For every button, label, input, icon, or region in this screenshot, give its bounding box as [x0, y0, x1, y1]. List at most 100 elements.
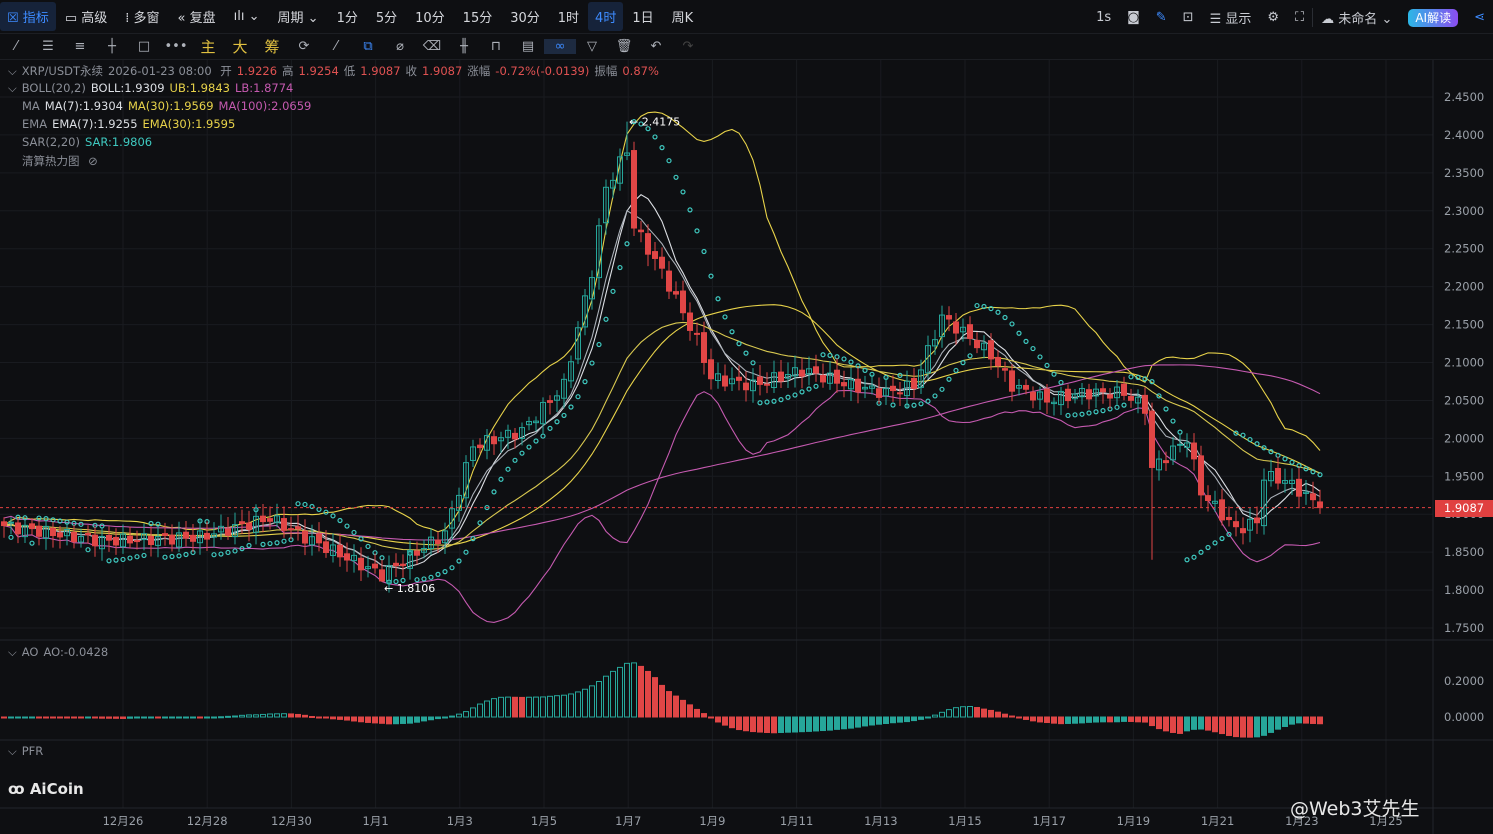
ao-bar — [421, 716, 427, 722]
ao-bar — [953, 707, 959, 718]
ao-bar — [358, 716, 364, 723]
ao-bar — [806, 716, 812, 732]
sar-dot — [799, 389, 805, 395]
candle-body — [988, 340, 994, 360]
candle-body — [1275, 467, 1281, 484]
ao-bar — [351, 716, 357, 722]
sar-dot — [302, 501, 308, 508]
candle-body — [239, 521, 245, 525]
aicoin-logo: ꝏ AiCoin — [8, 780, 84, 798]
sar-dot — [1163, 406, 1169, 412]
x-tick-label: 1月9 — [699, 814, 725, 828]
ao-bar — [904, 716, 910, 723]
sar-dot — [1079, 411, 1085, 417]
x-tick-label: 1月11 — [780, 814, 813, 828]
ao-bar — [134, 716, 140, 719]
ao-bar — [603, 675, 609, 718]
ao-bar — [71, 716, 77, 719]
y-tick-label: 2.4000 — [1444, 128, 1484, 142]
sar-dot — [218, 551, 224, 557]
sar-dot — [155, 521, 161, 527]
candle-body — [372, 563, 378, 569]
x-tick-label: 12月28 — [187, 814, 228, 828]
candle-body — [260, 515, 266, 523]
sar-dot — [1240, 432, 1246, 438]
sar-dot — [36, 515, 42, 521]
candle-body — [841, 382, 847, 387]
ao-bar — [862, 716, 868, 727]
candle-body — [190, 534, 196, 542]
ao-bar — [330, 716, 336, 720]
sar-dot — [246, 542, 252, 549]
sar-dot — [113, 557, 119, 563]
ao-bar — [127, 716, 133, 719]
candle-body — [659, 256, 665, 269]
sar-dot — [29, 540, 35, 546]
ao-bar — [589, 685, 595, 718]
candle-body — [743, 382, 749, 391]
last-price-tag: 1.9087 — [1435, 500, 1493, 517]
ao-bar — [1100, 716, 1106, 723]
ao-bar — [1121, 716, 1127, 722]
ao-bar — [568, 693, 574, 718]
sar-dot — [1002, 314, 1008, 321]
candle-body — [295, 526, 301, 530]
ao-bar — [274, 713, 280, 718]
ao-bar — [526, 696, 532, 718]
ao-bar — [974, 707, 980, 718]
sar-dot — [505, 466, 511, 472]
candle-body — [631, 150, 637, 229]
sar-dot — [456, 558, 462, 564]
sar-dot — [1058, 379, 1064, 386]
sar-dot — [1009, 321, 1015, 327]
heatmap-legend[interactable]: 清算热力图 ⊘ — [22, 153, 103, 169]
candle-body — [701, 332, 707, 363]
candle-body — [358, 557, 364, 571]
candle-body — [183, 531, 189, 539]
sar-dot — [1023, 338, 1029, 344]
sar-dot — [127, 555, 133, 561]
candle-body — [1317, 501, 1323, 509]
sar-dot — [925, 398, 931, 404]
ao-bar — [386, 716, 392, 725]
sar-dot — [1184, 557, 1190, 563]
ao-bar — [1170, 716, 1176, 733]
ao-bar — [29, 716, 35, 719]
ao-bar — [1107, 716, 1113, 723]
sar-dot — [694, 228, 700, 234]
ao-bar — [1219, 716, 1225, 735]
ema-legend: EMA EMA(7):1.9255 EMA(30):1.9595 — [22, 117, 236, 131]
ao-bar — [652, 677, 658, 718]
x-tick-label: 1月15 — [948, 814, 981, 828]
candle-body — [302, 530, 308, 544]
candle-body — [134, 540, 140, 543]
candle-body — [1002, 368, 1008, 371]
candle-body — [29, 523, 35, 530]
ao-bar — [64, 716, 70, 719]
sar-dot — [512, 457, 518, 463]
ao-bar — [1051, 716, 1057, 724]
ao-bar — [323, 716, 329, 719]
collapse-icon[interactable]: ⌵ — [8, 64, 17, 78]
collapse-icon[interactable]: ⌵ — [8, 81, 17, 95]
sar-dot — [967, 353, 973, 359]
ao-bar — [897, 716, 903, 723]
ao-bar — [967, 706, 973, 718]
candle-body — [666, 270, 672, 292]
ao-bar — [57, 716, 63, 719]
ao-bar — [302, 714, 308, 718]
sar-dot — [673, 174, 679, 180]
sar-dot — [211, 552, 217, 558]
candle-body — [757, 376, 763, 385]
ao-bar — [946, 709, 952, 718]
ao-bar — [99, 716, 105, 719]
sar-dot — [1170, 418, 1176, 424]
candle-body — [50, 527, 56, 537]
sar-dot — [785, 394, 791, 400]
ao-bar — [316, 716, 322, 719]
sar-dot — [890, 402, 896, 408]
ao-bar — [295, 713, 301, 718]
ao-bar — [883, 716, 889, 725]
ao-bar — [197, 716, 203, 719]
sar-dot — [813, 383, 819, 389]
